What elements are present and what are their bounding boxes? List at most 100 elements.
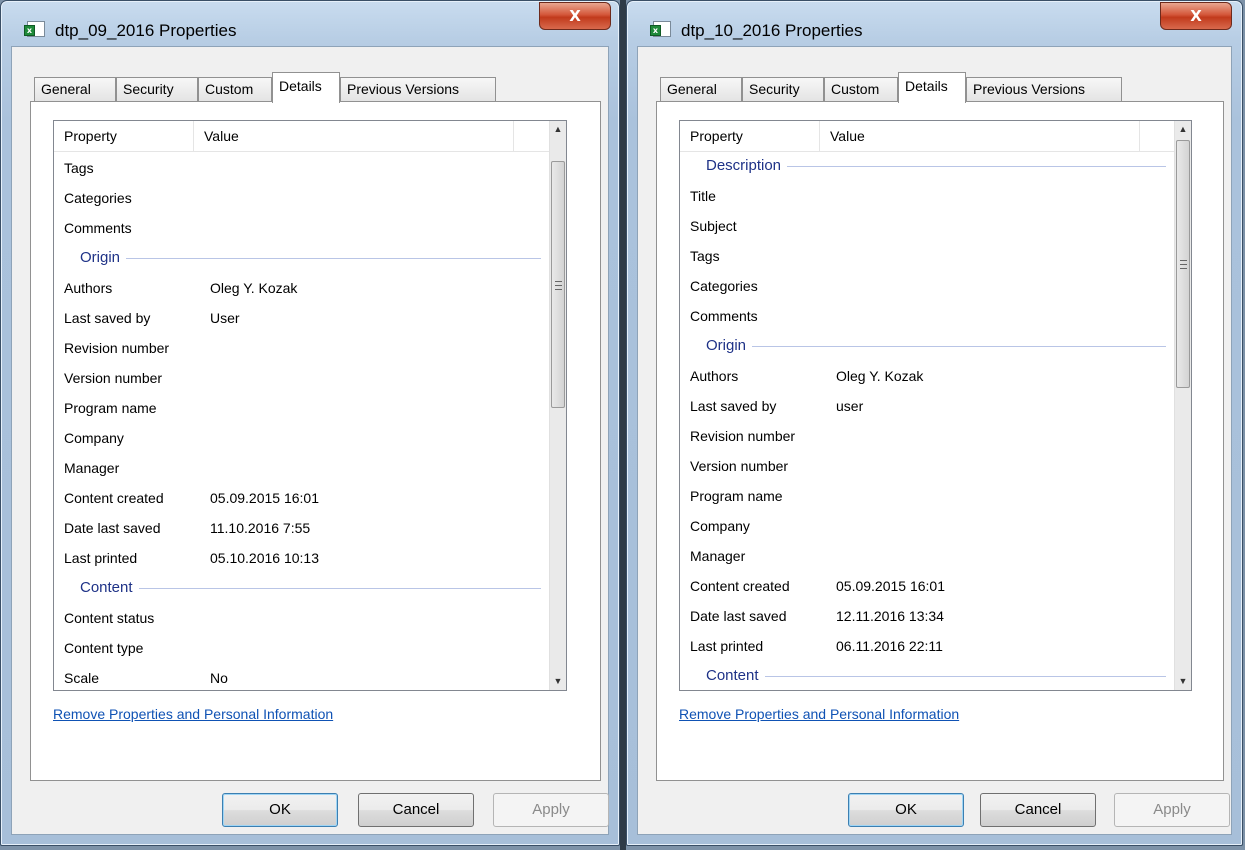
column-header-value[interactable]: Value: [194, 121, 514, 151]
ok-button[interactable]: OK: [222, 793, 338, 827]
column-header-property[interactable]: Property: [54, 121, 194, 151]
property-name: Content type: [64, 640, 144, 656]
tab-general[interactable]: General: [34, 77, 116, 101]
property-value[interactable]: Oleg Y. Kozak: [836, 361, 923, 391]
scroll-down-arrow-icon[interactable]: ▼: [550, 673, 566, 690]
tab-security[interactable]: Security: [742, 77, 824, 101]
property-value[interactable]: Oleg Y. Kozak: [210, 273, 297, 303]
scrollbar-thumb[interactable]: [551, 161, 565, 408]
property-row[interactable]: Last saved by User: [54, 303, 549, 333]
property-name: Tags: [64, 160, 94, 176]
property-row[interactable]: Manager: [680, 541, 1174, 571]
property-row[interactable]: Revision number: [54, 333, 549, 363]
property-name: Date last saved: [690, 608, 787, 624]
close-button[interactable]: X: [539, 2, 611, 30]
dialog-body: General Security Custom Details Previous…: [11, 46, 609, 835]
group-divider: [80, 258, 541, 259]
list-header: Property Value: [54, 121, 549, 152]
property-value[interactable]: 12.11.2016 13:34: [836, 601, 944, 631]
tab-custom[interactable]: Custom: [198, 77, 272, 101]
grip-icon: [555, 281, 562, 290]
properties-window-1: x dtp_09_2016 Properties X General Secur…: [0, 0, 620, 846]
property-row[interactable]: Comments: [54, 213, 549, 243]
property-row[interactable]: Authors Oleg Y. Kozak: [680, 361, 1174, 391]
property-value[interactable]: No: [210, 663, 228, 690]
details-tab-panel: Property Value SubjectTagsCategoriesComm…: [30, 101, 601, 781]
property-row[interactable]: Company: [54, 423, 549, 453]
property-row[interactable]: Last saved by user: [680, 391, 1174, 421]
property-row[interactable]: Program name: [680, 481, 1174, 511]
property-row[interactable]: Version number: [54, 363, 549, 393]
column-header-property[interactable]: Property: [680, 121, 820, 151]
property-row[interactable]: Last printed 06.11.2016 22:11: [680, 631, 1174, 661]
property-value[interactable]: 05.09.2015 16:01: [210, 483, 319, 513]
property-row[interactable]: Tags: [54, 153, 549, 183]
property-row[interactable]: Date last saved 12.11.2016 13:34: [680, 601, 1174, 631]
scroll-down-arrow-icon[interactable]: ▼: [1175, 673, 1191, 690]
property-list[interactable]: Property Value SubjectTagsCategoriesComm…: [53, 120, 567, 691]
property-row[interactable]: Date last saved 11.10.2016 7:55: [54, 513, 549, 543]
property-row[interactable]: Categories: [680, 271, 1174, 301]
property-name: Last saved by: [64, 310, 151, 326]
property-row[interactable]: Scale No: [54, 663, 549, 690]
property-row[interactable]: Company: [680, 511, 1174, 541]
property-row[interactable]: Comments: [680, 301, 1174, 331]
property-name: Manager: [64, 460, 120, 476]
tab-general[interactable]: General: [660, 77, 742, 101]
property-name: Comments: [690, 308, 758, 324]
property-name: Program name: [690, 488, 783, 504]
property-value[interactable]: 06.11.2016 22:11: [836, 631, 943, 661]
list-header: Property Value: [680, 121, 1174, 152]
tab-previous-versions[interactable]: Previous Versions: [966, 77, 1122, 101]
cancel-button[interactable]: Cancel: [358, 793, 474, 827]
tab-details[interactable]: Details: [898, 72, 966, 103]
property-row[interactable]: Revision number: [680, 421, 1174, 451]
column-header-value[interactable]: Value: [820, 121, 1140, 151]
property-row[interactable]: Content created 05.09.2015 16:01: [54, 483, 549, 513]
remove-properties-link[interactable]: Remove Properties and Personal Informati…: [679, 706, 959, 722]
apply-button[interactable]: Apply: [493, 793, 609, 827]
tab-details[interactable]: Details: [272, 72, 340, 103]
vertical-scrollbar[interactable]: ▲ ▼: [549, 121, 566, 690]
cancel-button[interactable]: Cancel: [980, 793, 1096, 827]
vertical-scrollbar[interactable]: ▲ ▼: [1174, 121, 1191, 690]
property-row[interactable]: Content status: [54, 603, 549, 633]
property-row[interactable]: Manager: [54, 453, 549, 483]
property-value[interactable]: User: [210, 303, 240, 333]
scroll-up-arrow-icon[interactable]: ▲: [550, 121, 566, 138]
property-name: Company: [690, 518, 750, 534]
title-bar[interactable]: x dtp_10_2016 Properties X: [627, 1, 1242, 45]
title-bar[interactable]: x dtp_09_2016 Properties X: [1, 1, 619, 45]
property-row[interactable]: Authors Oleg Y. Kozak: [54, 273, 549, 303]
property-row[interactable]: Version number: [680, 451, 1174, 481]
group-title: Origin: [80, 243, 127, 273]
property-row[interactable]: Last printed 05.10.2016 10:13: [54, 543, 549, 573]
scroll-up-arrow-icon[interactable]: ▲: [1175, 121, 1191, 138]
tab-custom[interactable]: Custom: [824, 77, 898, 101]
property-value[interactable]: 05.10.2016 10:13: [210, 543, 319, 573]
property-row[interactable]: Content type: [54, 633, 549, 663]
property-value[interactable]: user: [836, 391, 863, 421]
property-name: Program name: [64, 400, 157, 416]
ok-button[interactable]: OK: [848, 793, 964, 827]
property-row[interactable]: Categories: [54, 183, 549, 213]
scrollbar-thumb[interactable]: [1176, 140, 1190, 388]
excel-file-icon: x: [650, 21, 671, 37]
close-button[interactable]: X: [1160, 2, 1232, 30]
property-row[interactable]: Content created 05.09.2015 16:01: [680, 571, 1174, 601]
dialog-body: General Security Custom Details Previous…: [637, 46, 1232, 835]
property-name: Authors: [690, 368, 739, 384]
property-list[interactable]: Property Value Description Title Subject Ta…: [679, 120, 1192, 691]
apply-button[interactable]: Apply: [1114, 793, 1230, 827]
property-name: Revision number: [690, 428, 796, 444]
property-value[interactable]: 05.09.2015 16:01: [836, 571, 945, 601]
property-row[interactable]: Subject: [680, 211, 1174, 241]
remove-properties-link[interactable]: Remove Properties and Personal Informati…: [53, 706, 333, 722]
property-row[interactable]: Program name: [54, 393, 549, 423]
tab-security[interactable]: Security: [116, 77, 198, 101]
property-name: Title: [690, 188, 716, 204]
property-row[interactable]: Title: [680, 181, 1174, 211]
property-value[interactable]: 11.10.2016 7:55: [210, 513, 310, 543]
property-row[interactable]: Tags: [680, 241, 1174, 271]
tab-previous-versions[interactable]: Previous Versions: [340, 77, 496, 101]
